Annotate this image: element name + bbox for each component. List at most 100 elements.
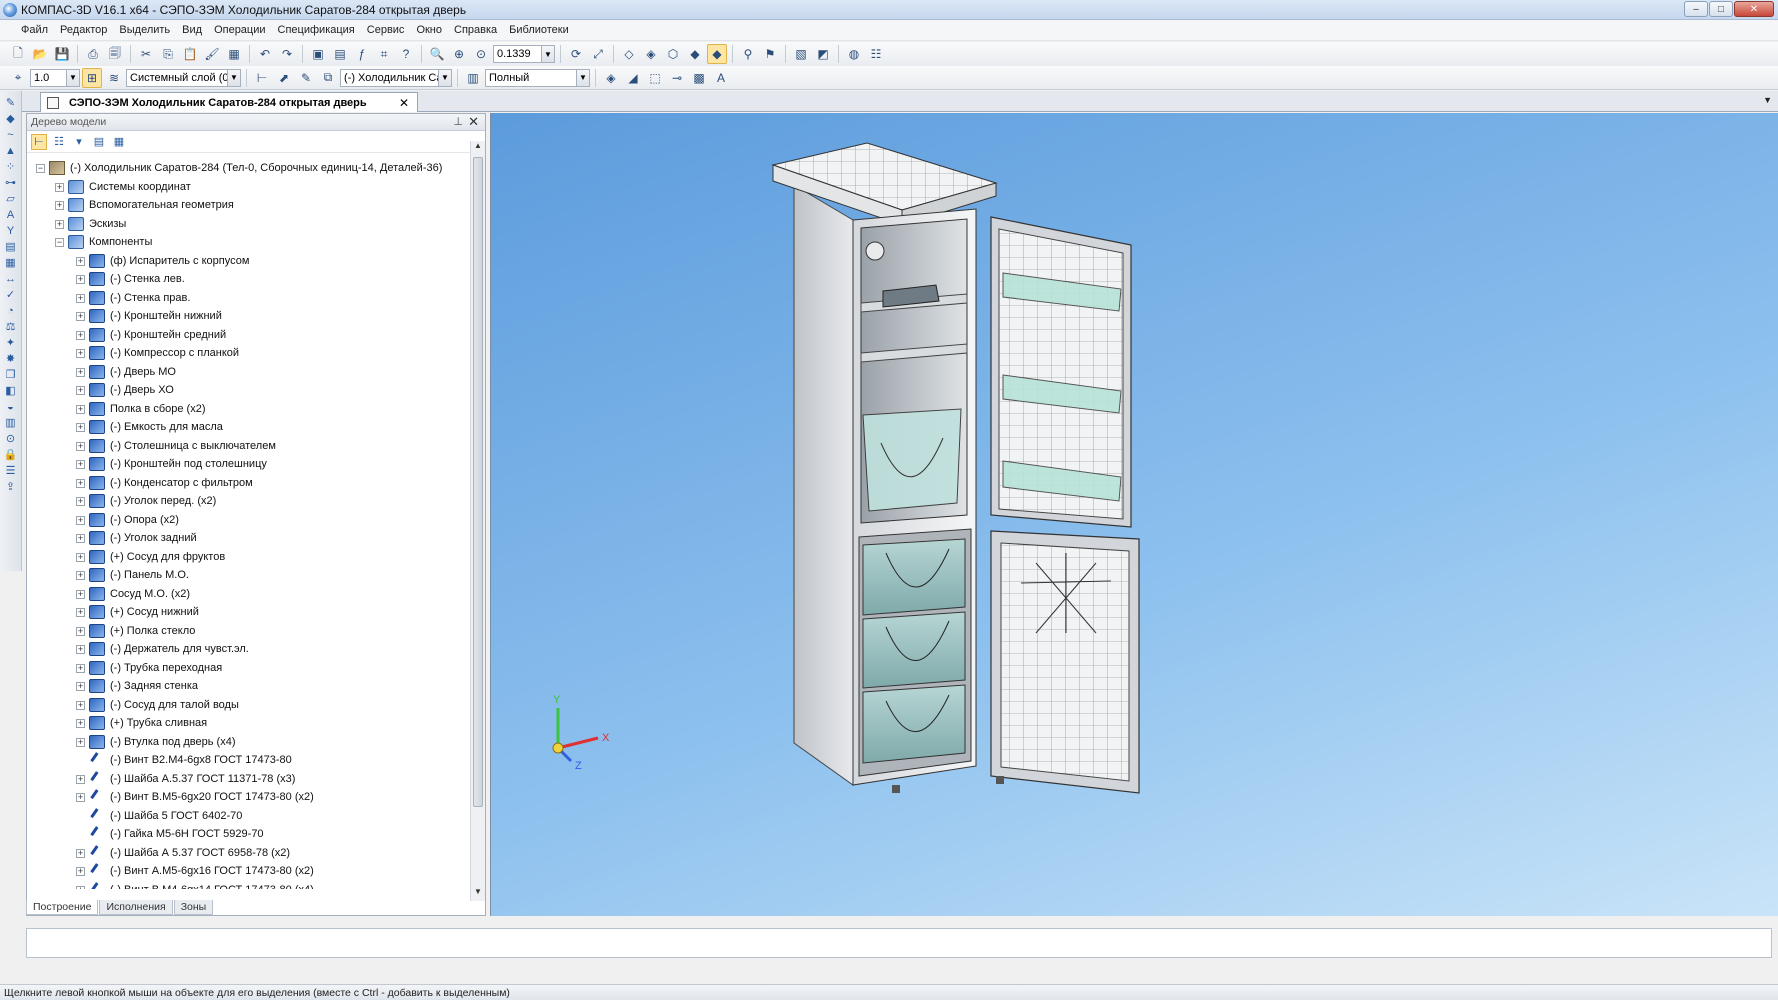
hidden-lines-icon[interactable]: ◈ [641, 44, 661, 64]
local-cs-icon[interactable]: ⊢ [252, 68, 272, 88]
tree-item[interactable]: + Системы координат [27, 178, 467, 197]
properties-icon[interactable]: ☷ [866, 44, 886, 64]
color-icon[interactable]: ◢ [623, 68, 643, 88]
expand-icon[interactable]: + [76, 497, 85, 506]
component-add-icon[interactable]: ◆ [3, 111, 19, 126]
expand-icon[interactable]: + [76, 460, 85, 469]
expand-icon[interactable]: + [76, 386, 85, 395]
undo-icon[interactable]: ↶ [255, 44, 275, 64]
menu-service[interactable]: Сервис [361, 24, 411, 36]
tab-versions[interactable]: Исполнения [99, 899, 173, 915]
tree-item[interactable]: + (-) Задняя стенка [27, 677, 467, 696]
layer-combo[interactable]: Системный слой (0) ▼ [126, 68, 241, 87]
expand-icon[interactable]: + [76, 626, 85, 636]
scroll-up-icon[interactable]: ▲ [471, 141, 485, 155]
collapse-icon[interactable]: − [36, 164, 45, 173]
tree-item[interactable]: + (-) Стенка прав. [27, 289, 467, 308]
lock-icon[interactable]: 🔒 [3, 447, 19, 462]
menu-specification[interactable]: Спецификация [272, 24, 361, 36]
expand-icon[interactable]: + [76, 330, 85, 340]
mass-icon[interactable]: ⚖ [3, 319, 19, 334]
format-painter-icon[interactable]: 🖌 [202, 44, 222, 64]
tree-item[interactable]: (-) Гайка М5-6Н ГОСТ 5929-70 [27, 825, 467, 844]
globe-icon[interactable]: ◍ [844, 44, 864, 64]
library-tool-icon[interactable]: ▥ [3, 415, 19, 430]
close-window-button[interactable]: ✕ [1734, 1, 1774, 17]
shaded-edges-icon[interactable]: ◆ [707, 44, 727, 64]
filter-icon[interactable]: ⚲ [738, 44, 758, 64]
copy-icon[interactable]: ⎘ [158, 44, 178, 64]
tab-list-chevron-icon[interactable]: ▼ [1763, 95, 1772, 105]
zoom-fit-icon[interactable]: ⊕ [449, 44, 469, 64]
tree-item[interactable]: + Вспомогательная геометрия [27, 196, 467, 215]
dimension-icon[interactable]: ↔ [3, 271, 19, 286]
document-combo[interactable]: (-) Холодильник Сар ▼ [340, 68, 452, 87]
expand-icon[interactable]: + [76, 404, 85, 414]
zoom-tool-icon[interactable]: ⊙ [3, 431, 19, 446]
grid-step-icon[interactable]: ⌖ [8, 68, 28, 88]
command-line-input[interactable] [26, 928, 1772, 958]
rotate-icon[interactable]: ⟳ [566, 44, 586, 64]
tree-item[interactable]: + Полка в сборе (x2) [27, 400, 467, 419]
expand-icon[interactable]: + [76, 719, 85, 728]
edit-icon[interactable]: ✎ [296, 68, 316, 88]
tree-item[interactable]: + (+) Полка стекло [27, 622, 467, 641]
tree-item[interactable]: + (-) Винт А.М5-6gx16 ГОСТ 17473-80 (x2) [27, 862, 467, 881]
copy-tool-icon[interactable]: ❐ [3, 367, 19, 382]
collapse-icon[interactable]: − [55, 238, 64, 247]
menu-window[interactable]: Окно [410, 24, 448, 36]
tree-item[interactable]: + Эскизы [27, 215, 467, 234]
tree-item[interactable]: + (-) Опора (x2) [27, 511, 467, 530]
tree-item[interactable]: + (-) Емкость для масла [27, 418, 467, 437]
menu-libraries[interactable]: Библиотеки [503, 24, 575, 36]
help-pointer-icon[interactable]: ? [396, 44, 416, 64]
pin-icon[interactable]: ⊥ [453, 115, 463, 128]
tree-item[interactable]: + (-) Уголок перед. (x2) [27, 492, 467, 511]
expand-icon[interactable]: + [76, 589, 85, 599]
zoom-icon[interactable]: ⊙ [471, 44, 491, 64]
chevron-down-icon[interactable]: ▾ [71, 134, 87, 150]
shaded-icon[interactable]: ◆ [685, 44, 705, 64]
menu-file[interactable]: Файл [15, 24, 54, 36]
tab-construction[interactable]: Построение [26, 899, 99, 915]
measure-icon[interactable]: ⊸ [667, 68, 687, 88]
expand-icon[interactable]: + [76, 682, 85, 691]
mate-icon[interactable]: ⊶ [3, 175, 19, 190]
orient-plane-icon[interactable]: ⬈ [274, 68, 294, 88]
expand-icon[interactable]: + [76, 275, 85, 284]
export-icon[interactable]: ⇪ [3, 479, 19, 494]
tree-item[interactable]: + (-) Держатель для чувст.эл. [27, 640, 467, 659]
new-document-icon[interactable]: 🗋 [8, 44, 28, 64]
tree-item[interactable]: + (-) Кронштейн средний [27, 326, 467, 345]
tree-item[interactable]: + (-) Конденсатор с фильтром [27, 474, 467, 493]
menu-editor[interactable]: Редактор [54, 24, 113, 36]
expand-icon[interactable]: + [76, 848, 85, 858]
expand-icon[interactable]: + [76, 312, 85, 321]
variables-icon[interactable]: ▤ [330, 44, 350, 64]
expand-icon[interactable]: + [76, 423, 85, 432]
tree-item[interactable]: + (-) Стенка лев. [27, 270, 467, 289]
tree-item[interactable]: + (+) Сосуд для фруктов [27, 548, 467, 567]
mates-icon[interactable]: ▩ [689, 68, 709, 88]
expand-icon[interactable]: + [55, 182, 64, 192]
model-viewport[interactable]: Y X Z [490, 113, 1778, 916]
maximize-button[interactable]: □ [1709, 1, 1733, 17]
expand-icon[interactable]: + [76, 867, 85, 876]
preview-icon[interactable]: 🗐 [105, 44, 125, 64]
menu-operations[interactable]: Операции [208, 24, 271, 36]
tree-view-mode-icon[interactable]: ☷ [51, 134, 67, 150]
tree-item[interactable]: (-) Винт В2.М4-6gx8 ГОСТ 17473-80 [27, 751, 467, 770]
expand-icon[interactable]: + [76, 441, 85, 451]
layer-icon[interactable]: ≋ [104, 68, 124, 88]
minimize-button[interactable]: – [1684, 1, 1708, 17]
tab-zones[interactable]: Зоны [173, 899, 214, 915]
tree-item[interactable]: + (+) Сосуд нижний [27, 603, 467, 622]
expand-icon[interactable]: + [76, 515, 85, 525]
tree-item[interactable]: + (-) Винт В.М5-6gx20 ГОСТ 17473-80 (x2) [27, 788, 467, 807]
close-panel-icon[interactable]: ✕ [468, 114, 479, 130]
wireframe-icon[interactable]: ◇ [619, 44, 639, 64]
tree-item[interactable]: − (-) Холодильник Саратов-284 (Тел-0, Сбо… [27, 159, 467, 178]
calculator-icon[interactable]: ▦ [224, 44, 244, 64]
expand-icon[interactable]: + [76, 293, 85, 303]
sketch-icon[interactable]: A [3, 207, 19, 222]
